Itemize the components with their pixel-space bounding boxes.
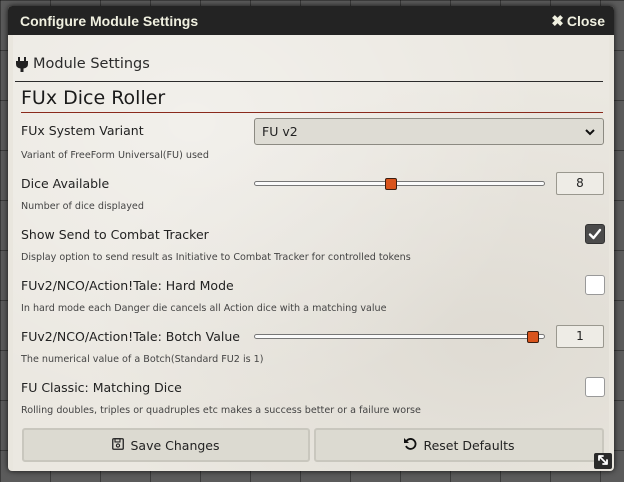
settings-content: Module Settings FUx Dice Roller FUx Syst… <box>13 35 609 471</box>
matching-dice-checkbox[interactable] <box>585 377 605 397</box>
hard-mode-checkbox[interactable] <box>585 275 605 295</box>
resize-handle[interactable] <box>594 453 612 469</box>
undo-icon <box>403 437 417 453</box>
chevron-down-icon <box>585 124 595 139</box>
setting-label-botch-value: FUv2/NCO/Action!Tale: Botch Value <box>21 329 240 344</box>
dice-available-slider[interactable] <box>254 181 545 186</box>
close-icon: ✖ <box>551 12 564 30</box>
setting-hint-matching-dice: Rolling doubles, triples or quadruples e… <box>21 405 421 416</box>
setting-hint-system-variant: Variant of FreeForm Universal(FU) used <box>21 150 209 161</box>
setting-hint-combat-tracker: Display option to send result as Initiat… <box>21 252 411 263</box>
system-variant-select[interactable]: FU v2 <box>254 118 604 145</box>
close-label: Close <box>566 12 605 29</box>
resize-icon <box>598 455 608 465</box>
setting-label-system-variant: FUx System Variant <box>21 123 144 138</box>
setting-hint-botch-value: The numerical value of a Botch(Standard … <box>21 354 264 365</box>
dice-available-value[interactable]: 8 <box>556 172 604 195</box>
section-title: Module Settings <box>33 56 150 72</box>
combat-tracker-checkbox[interactable] <box>585 224 605 244</box>
select-value: FU v2 <box>262 124 298 139</box>
save-icon <box>112 437 125 453</box>
reset-label: Reset Defaults <box>423 437 515 453</box>
save-button[interactable]: Save Changes <box>22 428 310 462</box>
window-header[interactable]: Configure Module Settings ✖ Close <box>8 6 614 35</box>
close-button[interactable]: ✖ Close <box>551 12 605 30</box>
setting-hint-hard-mode: In hard mode each Danger die cancels all… <box>21 303 387 314</box>
dice-available-slider-thumb[interactable] <box>385 178 398 190</box>
setting-label-combat-tracker: Show Send to Combat Tracker <box>21 227 209 242</box>
botch-value-slider-thumb[interactable] <box>527 331 540 343</box>
setting-hint-dice-available: Number of dice displayed <box>21 201 144 212</box>
module-title: FUx Dice Roller <box>21 85 603 113</box>
settings-window: Configure Module Settings ✖ Close Module… <box>8 6 614 471</box>
save-label: Save Changes <box>130 437 220 453</box>
reset-defaults-button[interactable]: Reset Defaults <box>314 428 604 462</box>
plug-icon <box>15 56 29 72</box>
setting-label-matching-dice: FU Classic: Matching Dice <box>21 380 182 395</box>
botch-value-slider[interactable] <box>254 334 545 339</box>
window-title: Configure Module Settings <box>20 12 199 29</box>
section-header: Module Settings <box>15 47 603 82</box>
setting-label-hard-mode: FUv2/NCO/Action!Tale: Hard Mode <box>21 278 234 293</box>
botch-value-value[interactable]: 1 <box>556 325 604 348</box>
setting-label-dice-available: Dice Available <box>21 176 110 191</box>
checkmark-icon <box>588 228 602 240</box>
